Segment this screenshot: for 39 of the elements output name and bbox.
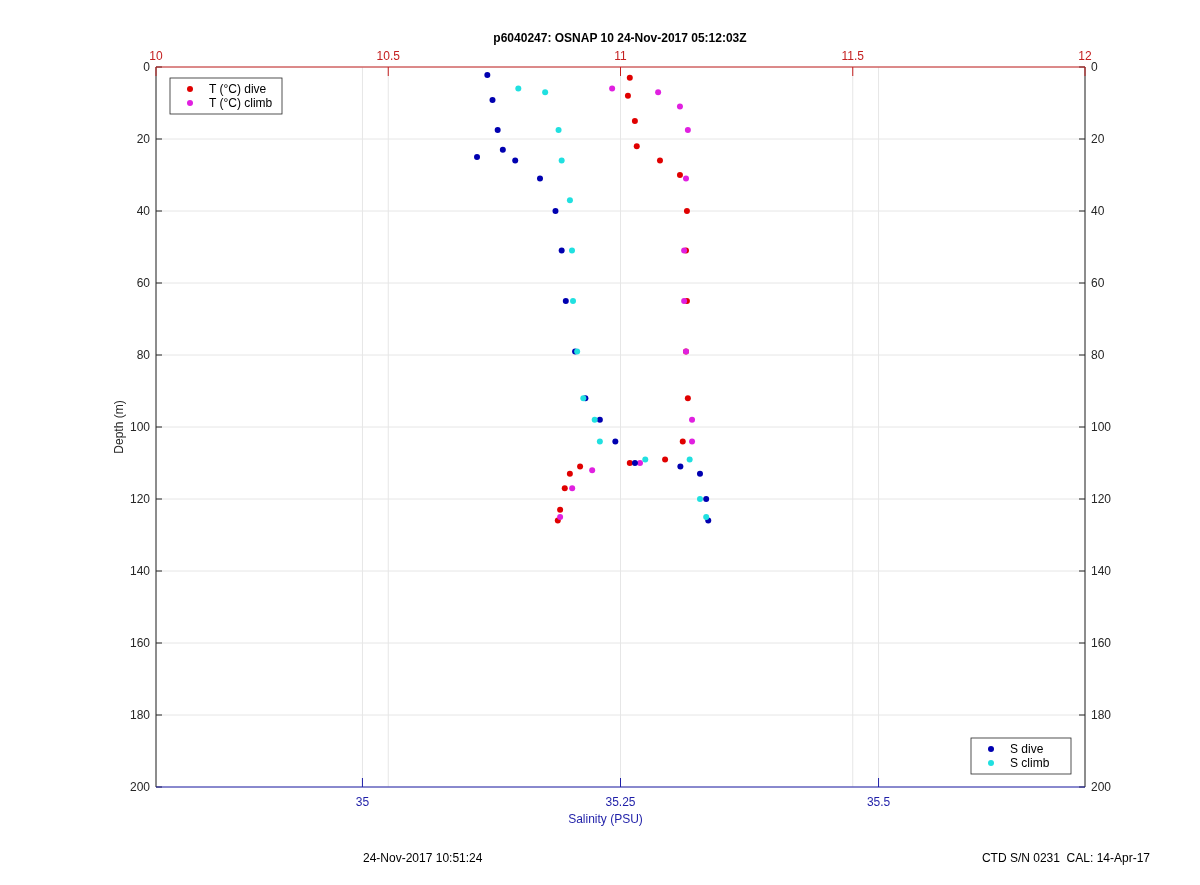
- legend-label: S climb: [1010, 756, 1050, 770]
- tick-label: 100: [129, 420, 150, 434]
- timestamp-text: 24-Nov-2017 10:51:24: [363, 851, 483, 865]
- tick-label: 160: [129, 636, 150, 650]
- legend-label: T (°C) climb: [209, 96, 273, 110]
- tick-label: 140: [1091, 564, 1112, 578]
- tick-label: 20: [1091, 132, 1105, 146]
- legend-label: T (°C) dive: [209, 82, 267, 96]
- tick-label: 12: [1078, 49, 1092, 63]
- tick-label: 20: [136, 132, 150, 146]
- tick-label: 11: [614, 49, 627, 63]
- tick-label: 120: [129, 492, 150, 506]
- tick-label: 180: [129, 708, 150, 722]
- tick-label: 60: [1091, 276, 1105, 290]
- chart-title: p6040247: OSNAP 10 24-Nov-2017 05:12:03Z: [493, 31, 747, 45]
- tick-label: 180: [1091, 708, 1112, 722]
- tick-label: 10.5: [376, 49, 400, 63]
- tick-label: 100: [1091, 420, 1112, 434]
- tick-label: 0: [1091, 60, 1098, 74]
- tick-label: 120: [1091, 492, 1112, 506]
- tick-label: 60: [136, 276, 150, 290]
- tick-label: 80: [136, 348, 150, 362]
- tick-label: 160: [1091, 636, 1112, 650]
- tick-label: 40: [136, 204, 150, 218]
- tick-label: 35.25: [605, 795, 636, 809]
- tick-label: 11.5: [841, 49, 864, 63]
- tick-label: 80: [1091, 348, 1105, 362]
- tick-label: 35: [355, 795, 370, 809]
- tick-label: 35.5: [866, 795, 891, 809]
- axis-label: Salinity (PSU): [568, 812, 643, 826]
- tick-label: 200: [129, 780, 150, 794]
- tick-label: 0: [143, 60, 150, 74]
- tick-label: 140: [129, 564, 150, 578]
- tick-label: 40: [1091, 204, 1105, 218]
- tick-label: 10: [149, 49, 163, 63]
- tick-label: 200: [1091, 780, 1112, 794]
- axis-label: Depth (m): [112, 400, 126, 454]
- legend-label: S dive: [1010, 742, 1044, 756]
- instrument-text: CTD S/N 0231 CAL: 14-Apr-17: [981, 851, 1150, 865]
